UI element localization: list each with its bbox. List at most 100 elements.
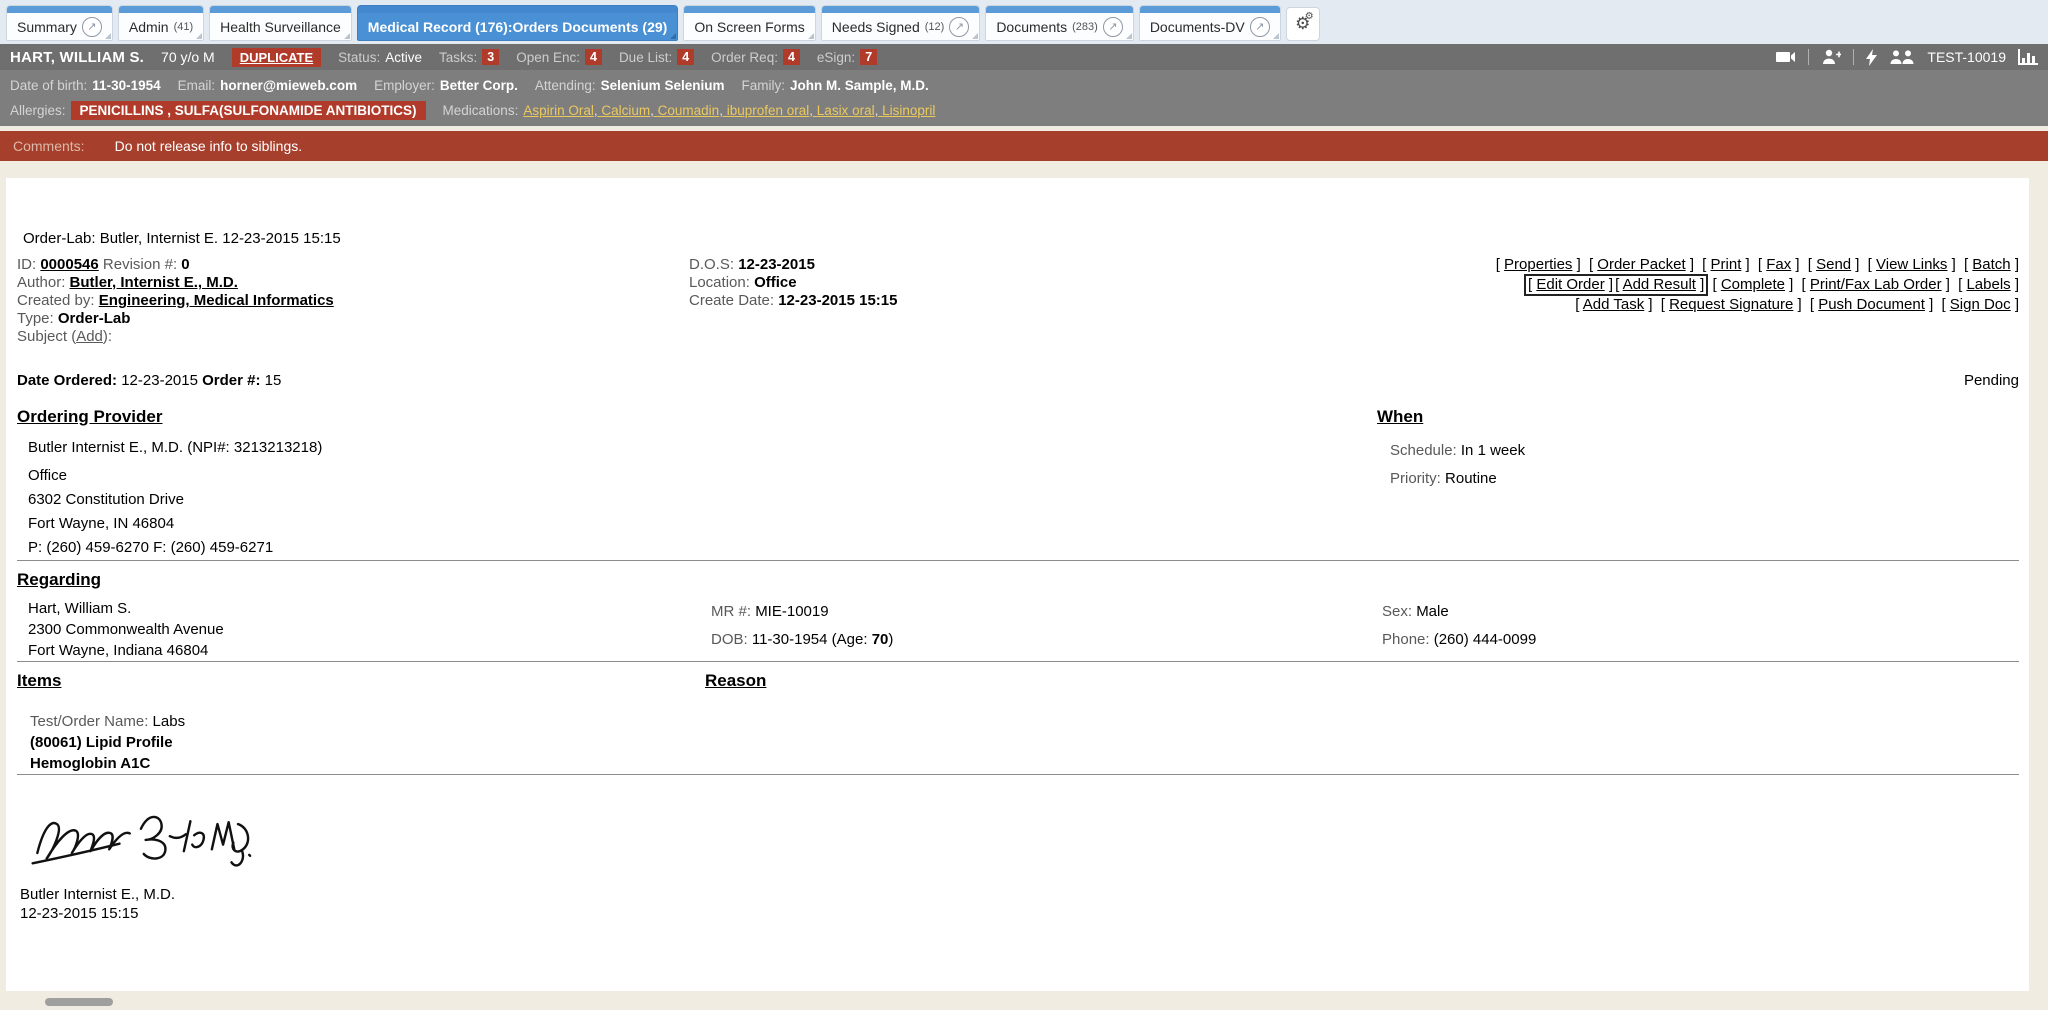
tab-health-surveillance[interactable]: Health Surveillance: [209, 5, 352, 41]
popout-icon[interactable]: ↗: [1103, 17, 1123, 37]
tab-admin[interactable]: Admin (41): [118, 5, 204, 41]
medication-link[interactable]: Aspirin Oral: [523, 103, 601, 118]
type-value: Order-Lab: [58, 310, 131, 327]
due-list-label: Due List:: [619, 50, 672, 65]
comments-bar: Comments: Do not release info to sibling…: [0, 131, 2048, 161]
tasks-label: Tasks:: [439, 50, 477, 65]
age-prefix: (Age:: [832, 631, 868, 648]
medication-link[interactable]: Lasix oral: [817, 103, 882, 118]
add-result-link[interactable]: Add Result: [1615, 276, 1704, 293]
view-links-link[interactable]: View Links: [1868, 256, 1956, 273]
lightning-icon[interactable]: [1866, 49, 1877, 66]
email-label: Email:: [178, 78, 216, 93]
batch-link[interactable]: Batch: [1964, 256, 2019, 273]
settings-gears-icon[interactable]: ⚙⚙: [1286, 7, 1320, 41]
order-item: (80061) Lipid Profile: [30, 732, 705, 753]
document-id-link[interactable]: 0000546: [40, 256, 98, 273]
order-req-label: Order Req:: [711, 50, 778, 65]
tab-stripe: [210, 6, 351, 13]
regarding-section: Hart, William S. 2300 Commonwealth Avenu…: [17, 598, 2019, 661]
location-label: Location:: [689, 274, 750, 291]
bar-chart-icon[interactable]: [2018, 49, 2038, 65]
provider-address1: 6302 Constitution Drive: [28, 488, 1377, 512]
id-label: ID:: [17, 256, 36, 273]
document-view: Order-Lab: Butler, Internist E. 12-23-20…: [6, 178, 2029, 991]
priority-value: Routine: [1445, 470, 1497, 487]
tab-summary[interactable]: Summary ↗: [6, 5, 113, 41]
print-link[interactable]: Print: [1702, 256, 1750, 273]
status-label: Status:: [338, 50, 380, 65]
order-status: Pending: [1964, 372, 2019, 390]
order-req-count-badge[interactable]: 4: [783, 49, 800, 65]
system-id: TEST-10019: [1927, 49, 2006, 65]
video-camera-icon[interactable]: [1776, 50, 1796, 64]
allergies-badge[interactable]: PENICILLINS , SULFA(SULFONAMIDE ANTIBIOT…: [71, 101, 426, 120]
items-content: Test/Order Name: Labs (80061) Lipid Prof…: [30, 711, 705, 774]
actions-row-1: Properties Order Packet Print Fax Send V…: [1496, 256, 2019, 274]
request-signature-link[interactable]: Request Signature: [1661, 296, 1802, 313]
revision-value: 0: [181, 256, 189, 273]
popout-icon[interactable]: ↗: [82, 17, 102, 37]
age-value: 70: [872, 631, 889, 648]
tab-stripe: [684, 6, 814, 13]
focused-actions-group: Edit OrderAdd Result: [1524, 274, 1708, 296]
provider-facility: Office: [28, 464, 1377, 488]
esign-label: eSign:: [817, 50, 855, 65]
date-ordered-value: 12-23-2015: [121, 372, 198, 389]
properties-link[interactable]: Properties: [1496, 256, 1581, 273]
labels-link[interactable]: Labels: [1958, 276, 2019, 293]
sign-doc-link[interactable]: Sign Doc: [1941, 296, 2019, 313]
medications-label: Medications:: [443, 103, 519, 118]
complete-link[interactable]: Complete: [1712, 276, 1793, 293]
order-number-label: Order #:: [202, 372, 260, 389]
duplicate-flag-badge[interactable]: DUPLICATE: [232, 48, 321, 67]
signature-datetime: 12-23-2015 15:15: [20, 904, 2019, 923]
popout-icon[interactable]: ↗: [1250, 17, 1270, 37]
open-enc-count-badge[interactable]: 4: [585, 49, 602, 65]
edit-order-link[interactable]: Edit Order: [1528, 276, 1613, 293]
add-task-link[interactable]: Add Task: [1575, 296, 1652, 313]
push-document-link[interactable]: Push Document: [1810, 296, 1933, 313]
add-person-icon[interactable]: [1821, 49, 1841, 65]
tab-count: (283): [1072, 21, 1098, 33]
medication-link[interactable]: ibuprofen oral: [727, 103, 817, 118]
allergies-label: Allergies:: [10, 103, 66, 118]
due-list-count-badge[interactable]: 4: [677, 49, 694, 65]
schedule-label: Schedule:: [1390, 442, 1457, 459]
tab-on-screen-forms[interactable]: On Screen Forms: [683, 5, 815, 41]
mr-value: MIE-10019: [755, 603, 828, 620]
mr-label: MR #:: [711, 603, 751, 620]
order-packet-link[interactable]: Order Packet: [1589, 256, 1694, 273]
created-by-link[interactable]: Engineering, Medical Informatics: [99, 292, 334, 309]
medication-link[interactable]: Calcium: [601, 103, 657, 118]
author-link[interactable]: Butler, Internist E., M.D.: [70, 274, 238, 291]
items-reason-section: Items Test/Order Name: Labs (80061) Lipi…: [17, 671, 2019, 774]
tab-documents-dv[interactable]: Documents-DV ↗: [1139, 5, 1281, 41]
tasks-count-badge[interactable]: 3: [482, 49, 499, 65]
dos-value: 12-23-2015: [738, 256, 815, 273]
tab-medical-record-orders-documents[interactable]: Medical Record (176):Orders Documents (2…: [357, 5, 679, 41]
send-link[interactable]: Send: [1808, 256, 1860, 273]
ordering-provider-block: Butler Internist E., M.D. (NPI#: 3213213…: [28, 437, 1377, 560]
fax-link[interactable]: Fax: [1758, 256, 1800, 273]
esign-count-badge[interactable]: 7: [860, 49, 877, 65]
popout-icon[interactable]: ↗: [949, 17, 969, 37]
open-enc-label: Open Enc:: [516, 50, 580, 65]
tab-label: Documents-DV: [1150, 19, 1245, 35]
dos-label: D.O.S:: [689, 256, 734, 273]
regarding-heading: Regarding: [17, 570, 2019, 590]
medication-link[interactable]: Coumadin: [658, 103, 727, 118]
horizontal-scrollbar-thumb[interactable]: [45, 998, 113, 1006]
two-people-icon[interactable]: [1889, 50, 1915, 65]
tab-label: Documents: [996, 19, 1067, 35]
order-summary-line: Date Ordered: 12-23-2015 Order #: 15 Pen…: [17, 372, 2019, 390]
subject-close: ):: [103, 328, 112, 345]
tab-documents[interactable]: Documents (283) ↗: [985, 5, 1134, 41]
medication-link[interactable]: Lisinopril: [882, 103, 935, 118]
print-fax-lab-order-link[interactable]: Print/Fax Lab Order: [1802, 276, 1950, 293]
sex-label: Sex:: [1382, 603, 1412, 620]
tab-needs-signed[interactable]: Needs Signed (12) ↗: [821, 5, 981, 41]
divider: [1853, 49, 1854, 65]
subject-add-link[interactable]: Add: [76, 328, 103, 345]
date-ordered-label: Date Ordered:: [17, 372, 117, 389]
